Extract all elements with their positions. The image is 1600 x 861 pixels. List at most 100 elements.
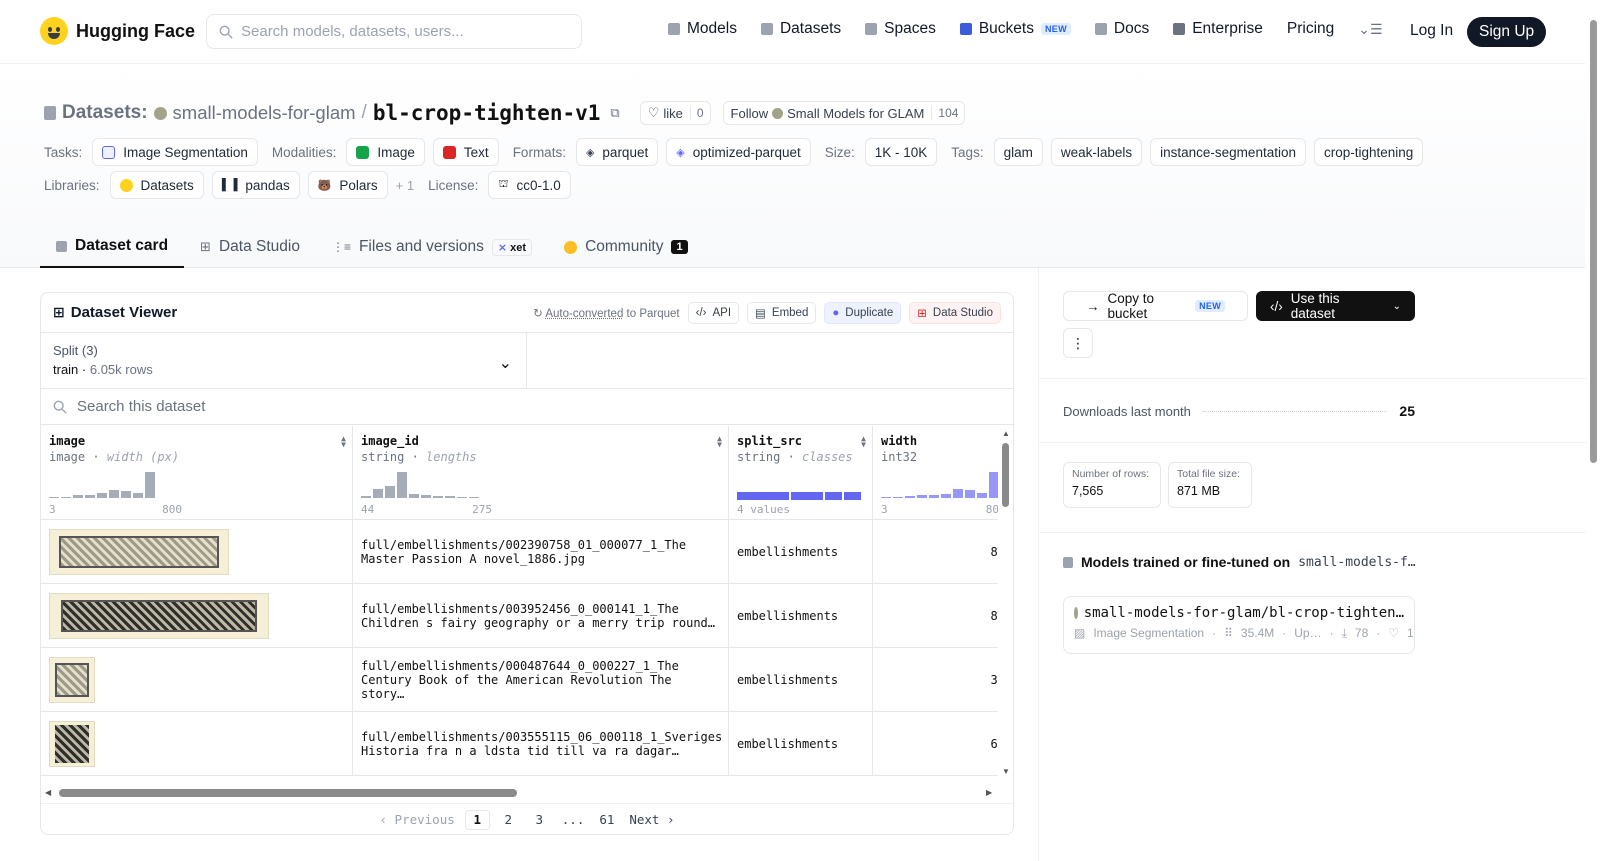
histogram-bar[interactable] xyxy=(73,495,83,498)
tag-task[interactable]: Image Segmentation xyxy=(92,138,258,166)
libraries-more[interactable]: + 1 xyxy=(396,178,414,193)
breadcrumb-section[interactable]: Datasets: xyxy=(62,102,148,124)
table-row[interactable]: full/embellishments/002390758_01_000077_… xyxy=(41,520,998,584)
row-image-thumbnail[interactable] xyxy=(49,721,95,767)
global-search[interactable] xyxy=(206,14,582,49)
histogram-bar[interactable] xyxy=(409,494,419,498)
repo-title[interactable]: bl-crop-tighten-v1 xyxy=(373,101,601,125)
histogram-bar[interactable] xyxy=(61,497,71,498)
histogram-bar[interactable] xyxy=(145,472,155,498)
global-search-input[interactable] xyxy=(241,23,561,40)
table-row[interactable]: full/embellishments/003555115_06_000118_… xyxy=(41,712,998,776)
histogram-bar[interactable] xyxy=(469,497,479,498)
tag-modality-text[interactable]: Text xyxy=(432,138,499,166)
column-header-width[interactable]: width int32 3 80 xyxy=(873,426,998,520)
row-image-thumbnail[interactable] xyxy=(49,593,269,639)
model-card[interactable]: small-models-for-glam/bl-crop-tighten… ▨… xyxy=(1063,596,1415,654)
histogram-bar[interactable] xyxy=(965,490,975,498)
row-image-thumbnail[interactable] xyxy=(49,529,229,575)
copy-to-bucket-button[interactable]: → Copy to bucket NEW xyxy=(1063,291,1248,321)
scroll-down-arrow-icon[interactable]: ▼ xyxy=(1002,767,1010,776)
scroll-left-arrow-icon[interactable]: ◀ xyxy=(45,788,51,797)
tag-format-parquet[interactable]: ◈ parquet xyxy=(575,138,659,166)
more-options-button[interactable]: ⋮ xyxy=(1063,328,1093,358)
nav-pricing[interactable]: Pricing xyxy=(1287,20,1334,38)
histogram-bar[interactable] xyxy=(133,493,143,498)
histogram-bar[interactable] xyxy=(49,497,59,498)
histogram-bar[interactable] xyxy=(893,497,903,498)
tag-lib-polars[interactable]: 🐻 Polars xyxy=(307,171,388,199)
embed-button[interactable]: ▤ Embed xyxy=(747,301,817,324)
breadcrumb-org[interactable]: small-models-for-glam xyxy=(173,102,356,124)
tag-instance-segmentation[interactable]: instance-segmentation xyxy=(1150,138,1306,166)
histogram-bar[interactable] xyxy=(941,494,951,498)
histogram-bar[interactable] xyxy=(989,472,998,498)
scroll-up-arrow-icon[interactable]: ▲ xyxy=(1002,429,1010,438)
tag-glam[interactable]: glam xyxy=(993,138,1043,166)
histogram-bar[interactable] xyxy=(917,495,927,498)
sort-icon[interactable]: ▲ ▼ xyxy=(861,435,866,449)
page-2[interactable]: 2 xyxy=(496,810,521,830)
histogram-bar[interactable] xyxy=(457,497,467,498)
tag-format-optimized-parquet[interactable]: ◈ optimized-parquet xyxy=(666,138,811,166)
grid-vertical-scrollbar[interactable]: ▲ ▼ xyxy=(1001,429,1011,779)
nav-models[interactable]: Models xyxy=(668,20,737,38)
page-1[interactable]: 1 xyxy=(464,809,490,830)
like-button[interactable]: ♡ like 0 xyxy=(639,101,711,125)
column-header-image[interactable]: image image · width (px) ▲ ▼ 3 800 xyxy=(41,426,353,520)
tag-size[interactable]: 1K - 10K xyxy=(864,138,938,166)
histogram-bar[interactable] xyxy=(445,496,455,498)
sort-icon[interactable]: ▲ ▼ xyxy=(341,435,346,449)
grid-horizontal-scrollbar[interactable]: ◀ ▶ xyxy=(41,785,1001,799)
tab-dataset-card[interactable]: Dataset card xyxy=(40,226,185,268)
login-link[interactable]: Log In xyxy=(1410,22,1453,40)
class-bar-segment[interactable] xyxy=(844,492,861,500)
histogram-bar[interactable] xyxy=(109,490,119,498)
column-header-image-id[interactable]: image_id string · lengths ▲ ▼ 44 275 xyxy=(353,426,729,520)
data-studio-button[interactable]: ⊞ Data Studio xyxy=(909,301,1001,324)
column-header-split-src[interactable]: split_src string · classes ▲ ▼ 4 values xyxy=(729,426,873,520)
previous-page[interactable]: ‹ Previous xyxy=(375,810,458,830)
next-page[interactable]: Next › xyxy=(625,810,678,830)
tab-data-studio[interactable]: ⊞ Data Studio xyxy=(184,226,316,268)
api-button[interactable]: ‹/› API xyxy=(687,301,740,324)
table-row[interactable]: full/embellishments/003952456_0_000141_1… xyxy=(41,584,998,648)
scrollbar-thumb[interactable] xyxy=(1002,443,1009,507)
copy-icon[interactable]: ⧉ xyxy=(610,105,619,121)
brand-logo[interactable]: Hugging Face xyxy=(40,17,195,45)
histogram-bar[interactable] xyxy=(905,496,915,498)
sort-icon[interactable]: ▲ ▼ xyxy=(717,435,722,449)
nav-enterprise[interactable]: Enterprise xyxy=(1173,20,1263,38)
auto-converted-link[interactable]: ↻ Auto-converted to Parquet xyxy=(533,306,679,320)
nav-buckets[interactable]: Buckets NEW xyxy=(959,20,1071,38)
histogram-bar[interactable] xyxy=(433,496,443,498)
histogram-bar[interactable] xyxy=(121,491,131,498)
page-3[interactable]: 3 xyxy=(527,810,552,830)
histogram-bar[interactable] xyxy=(421,495,431,498)
scroll-right-arrow-icon[interactable]: ▶ xyxy=(986,788,992,797)
class-bar-segment[interactable] xyxy=(737,492,789,500)
page-scrollbar-thumb[interactable] xyxy=(1590,20,1597,463)
follow-button[interactable]: Follow Small Models for GLAM 104 xyxy=(722,101,966,125)
duplicate-button[interactable]: ● Duplicate xyxy=(824,301,902,324)
class-bar-segment[interactable] xyxy=(825,492,842,500)
more-menu-icon[interactable]: ⌄☰ xyxy=(1358,21,1382,38)
nav-datasets[interactable]: Datasets xyxy=(760,20,841,38)
row-image-thumbnail[interactable] xyxy=(49,657,95,703)
dataset-search[interactable]: Search this dataset xyxy=(41,389,1013,425)
histogram-bar[interactable] xyxy=(361,496,371,498)
histogram-bar[interactable] xyxy=(85,495,95,498)
table-row[interactable]: full/embellishments/000487644_0_000227_1… xyxy=(41,648,998,712)
tag-lib-datasets[interactable]: Datasets xyxy=(109,171,204,199)
histogram-bar[interactable] xyxy=(97,493,107,498)
nav-docs[interactable]: Docs xyxy=(1094,20,1149,38)
histogram-bar[interactable] xyxy=(385,486,395,498)
signup-button[interactable]: Sign Up xyxy=(1467,17,1547,47)
tag-lib-pandas[interactable]: ▌▐ pandas xyxy=(211,171,300,199)
page-61[interactable]: 61 xyxy=(594,810,619,830)
use-this-dataset-button[interactable]: ‹/› Use this dataset ⌄ xyxy=(1256,291,1415,321)
tab-files[interactable]: ⋮≡ Files and versions ⨯ xet xyxy=(316,226,548,268)
split-selector[interactable]: Split (3) train · 6.05k rows ⌄ xyxy=(41,333,527,388)
tab-community[interactable]: Community 1 xyxy=(548,226,704,268)
nav-spaces[interactable]: Spaces xyxy=(865,20,936,38)
